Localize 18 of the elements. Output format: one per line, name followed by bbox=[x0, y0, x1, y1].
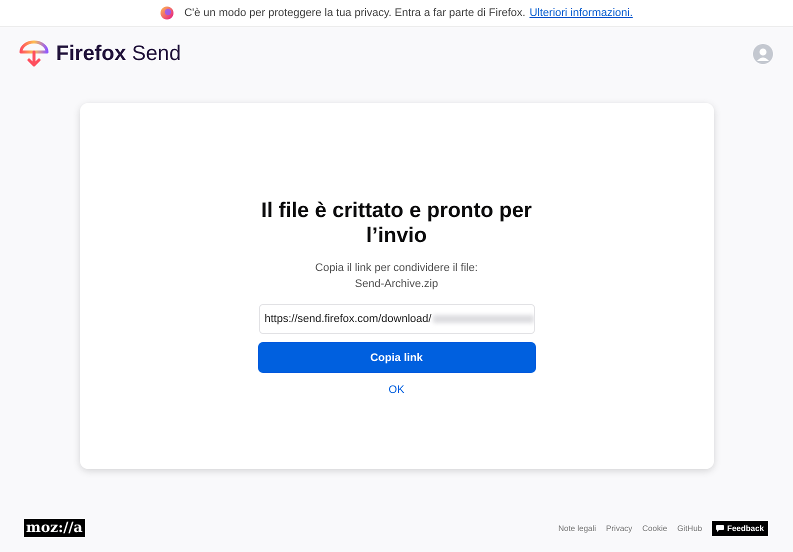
speech-bubble-icon bbox=[716, 524, 724, 532]
card-subtitle: Copia il link per condividere il file: bbox=[315, 261, 478, 276]
file-name: Send-Archive.zip bbox=[354, 277, 438, 292]
copy-link-button[interactable]: Copia link bbox=[258, 342, 536, 373]
card-title: Il file è crittato e pronto per l’invio bbox=[260, 198, 533, 248]
feedback-button[interactable]: Feedback bbox=[712, 520, 768, 536]
brand-name: Firefox Send bbox=[56, 42, 181, 66]
more-info-link[interactable]: Ulteriori informazioni. bbox=[529, 7, 633, 19]
user-avatar-icon[interactable] bbox=[753, 44, 773, 64]
footer-link[interactable]: Cookie bbox=[642, 524, 668, 532]
ok-link[interactable]: OK bbox=[388, 384, 404, 396]
mozilla-logo[interactable]: moz://a bbox=[24, 519, 85, 537]
banner-text: C'è un modo per proteggere la tua privacy. Entra a far parte di Firefox. Ulteriori informazioni. bbox=[184, 7, 633, 19]
footer-link[interactable]: GitHub bbox=[677, 524, 702, 532]
link-field[interactable]: https://send.firefox.com/download/ bbox=[258, 304, 534, 334]
footer-link[interactable]: Privacy bbox=[606, 524, 632, 532]
footer-link[interactable]: Note legali bbox=[558, 524, 596, 532]
umbrella-arrow-icon bbox=[18, 39, 50, 69]
